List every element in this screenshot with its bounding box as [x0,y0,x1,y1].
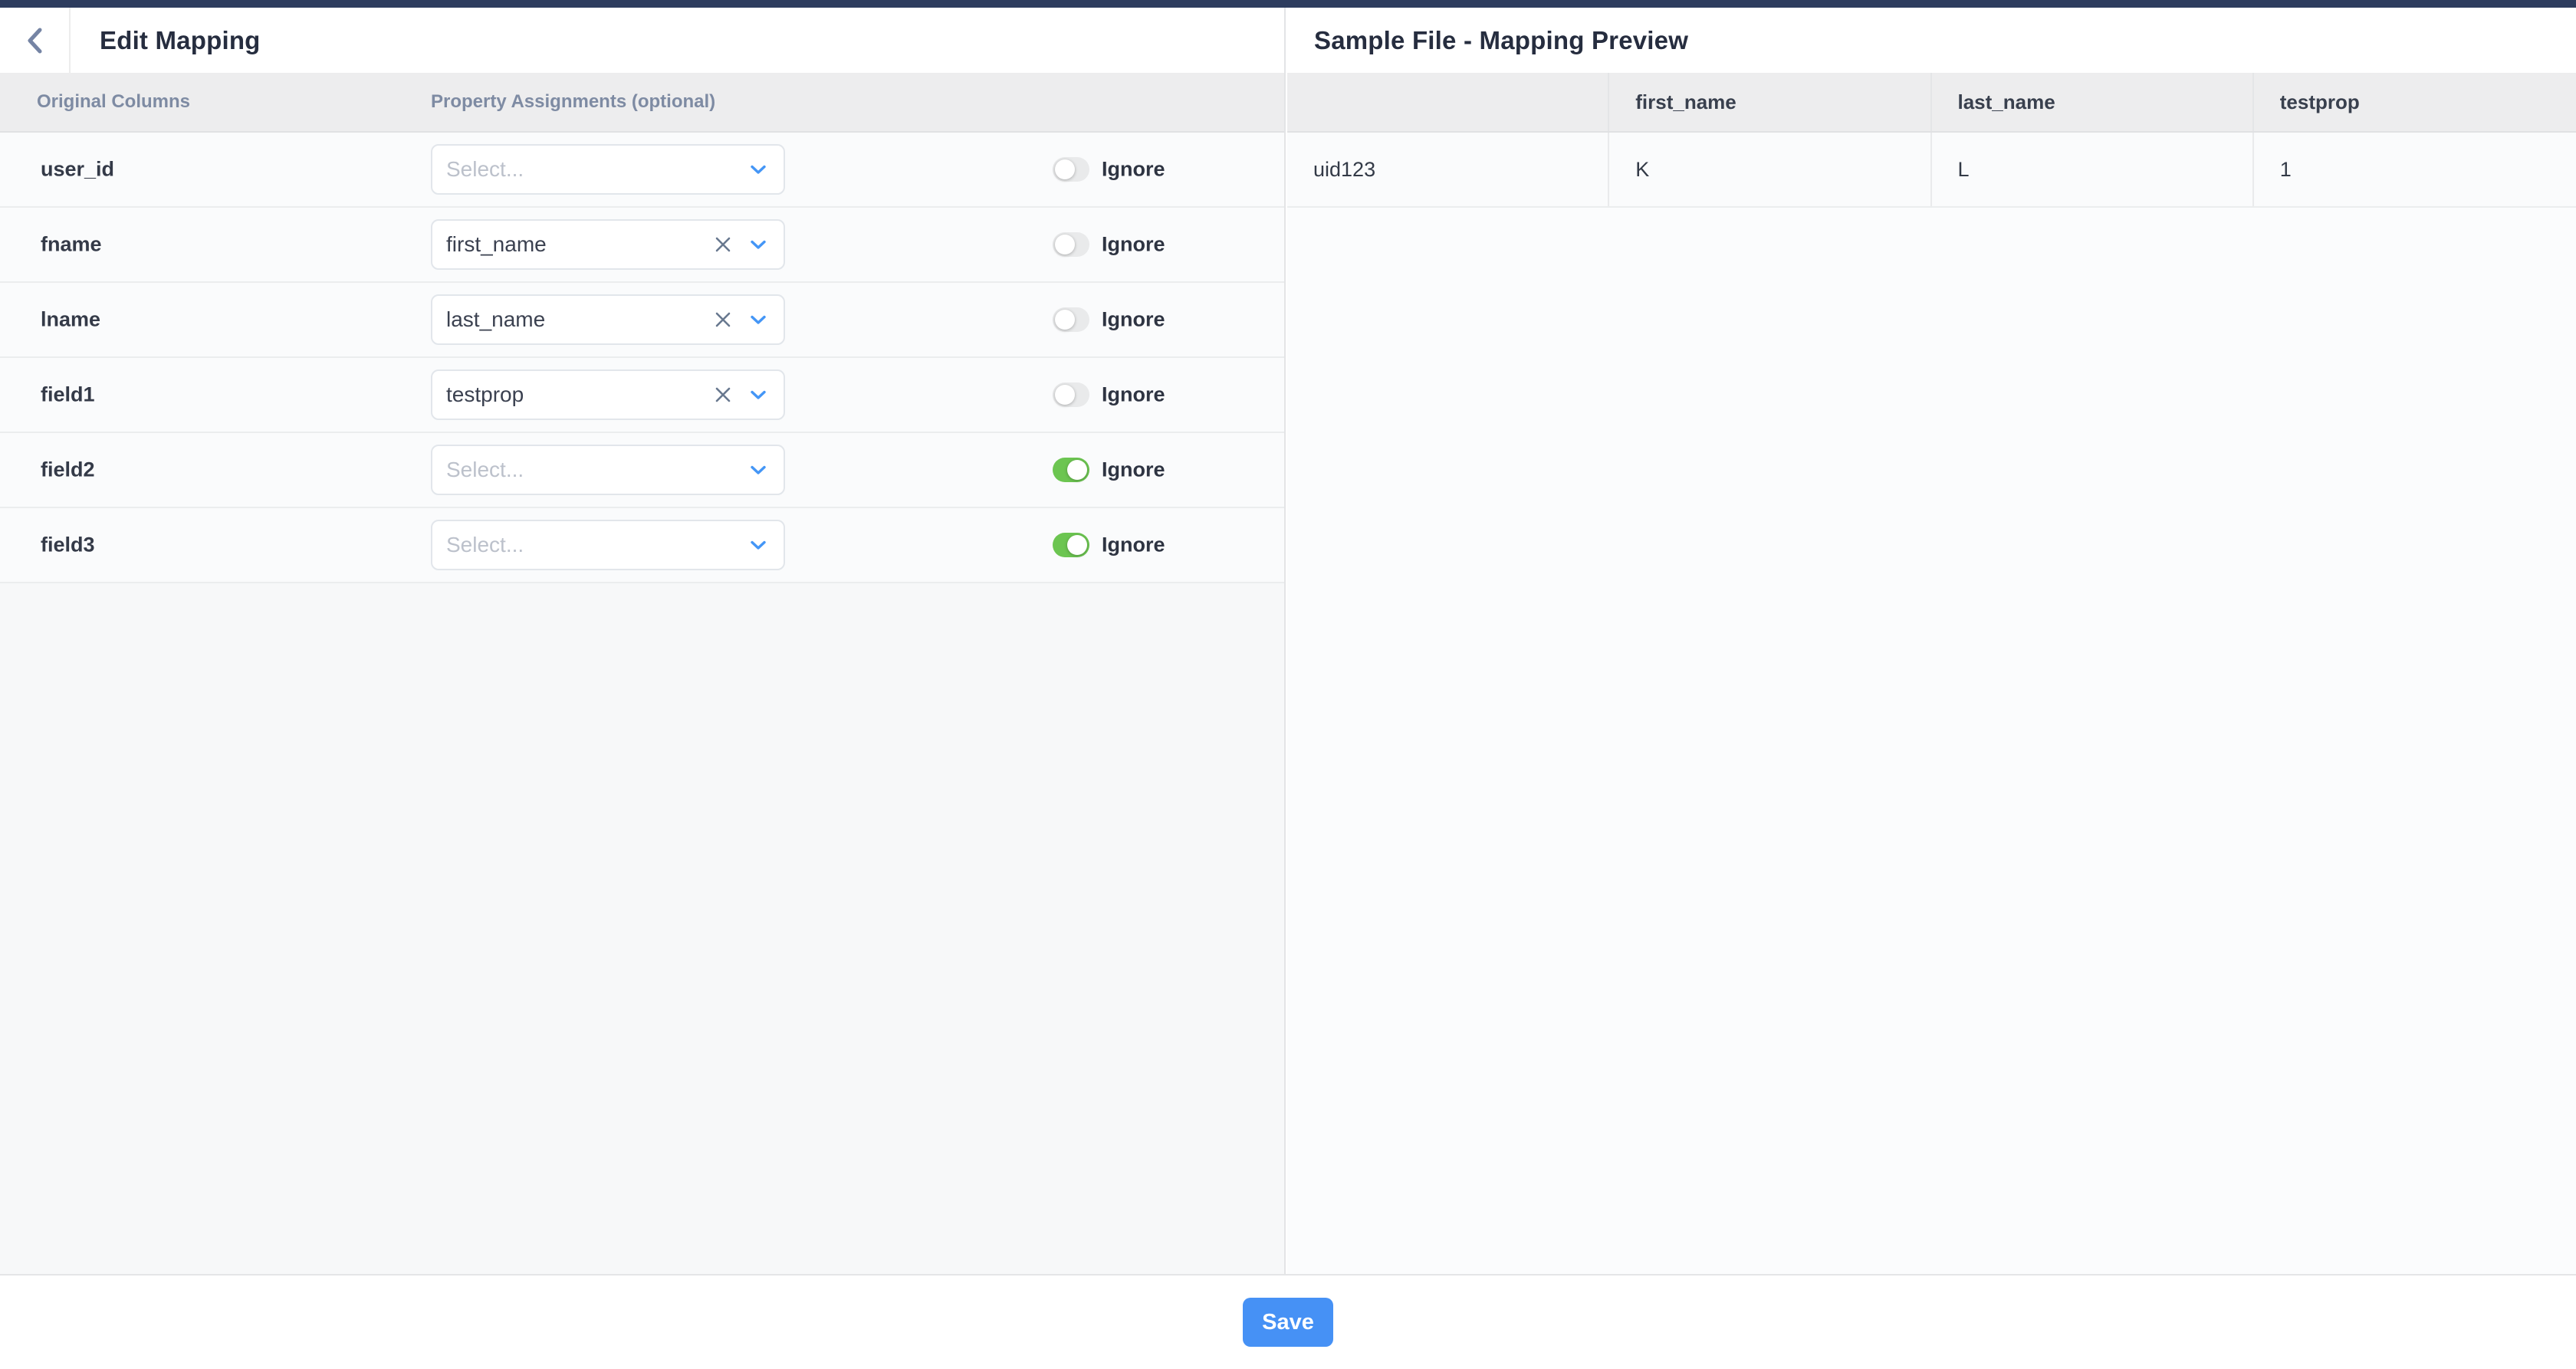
toggle-knob [1067,460,1087,480]
chevron-down-icon[interactable] [750,465,767,475]
column-header-property-assignments: Property Assignments (optional) [431,91,715,113]
mapping-row: field3 Select... Ignore [0,508,1284,583]
chevron-down-icon[interactable] [750,240,767,250]
ignore-label: Ignore [1102,458,1165,482]
ignore-toggle[interactable] [1053,382,1089,407]
right-titlebar: Sample File - Mapping Preview [1287,8,2576,73]
mapping-row: user_id Select... Ignore [0,133,1284,208]
original-column-name: fname [41,233,102,257]
ignore-label: Ignore [1102,233,1165,257]
mapping-row: field2 Select... Ignore [0,433,1284,508]
preview-cell: 1 [2254,133,2576,206]
ignore-toggle[interactable] [1053,157,1089,182]
x-clear-icon[interactable] [713,235,733,254]
preview-title: Sample File - Mapping Preview [1314,26,1688,55]
toggle-knob [1055,385,1075,405]
edit-mapping-screen: Edit Mapping Original Columns Property A… [0,0,2576,1369]
chevron-down-icon[interactable] [750,315,767,325]
select-value: testprop [446,382,713,407]
mapping-table-header: Original Columns Property Assignments (o… [0,73,1284,133]
select-value: Select... [446,458,750,482]
ignore-label: Ignore [1102,533,1165,557]
original-column-name: field1 [41,383,95,407]
property-assignment-select[interactable]: first_name [431,219,785,270]
column-header-original-columns: Original Columns [37,91,190,113]
property-assignment-select[interactable]: testprop [431,369,785,420]
ignore-toggle[interactable] [1053,232,1089,257]
toggle-knob [1055,310,1075,330]
footer-bar: Save [0,1274,2576,1369]
ignore-label: Ignore [1102,308,1165,332]
left-titlebar: Edit Mapping [0,8,1284,73]
preview-cell: L [1932,133,2254,206]
mapping-panel: Edit Mapping Original Columns Property A… [0,8,1286,1274]
save-button[interactable]: Save [1243,1298,1333,1347]
property-assignment-select[interactable]: Select... [431,144,785,195]
select-value: first_name [446,232,713,257]
ignore-toggle[interactable] [1053,533,1089,557]
preview-table-header: first_name last_name testprop [1287,73,2576,133]
select-value: Select... [446,533,750,557]
select-value: last_name [446,307,713,332]
ignore-label: Ignore [1102,158,1165,182]
property-assignment-select[interactable]: Select... [431,520,785,570]
mapping-row: fname first_name Ignore [0,208,1284,283]
page-title: Edit Mapping [100,26,261,55]
property-assignment-select[interactable]: last_name [431,294,785,345]
preview-column-header: last_name [1932,73,2254,131]
original-column-name: user_id [41,158,114,182]
chevron-left-icon [26,27,43,54]
original-column-name: field3 [41,533,95,557]
mapping-row: field1 testprop Ignore [0,358,1284,433]
ignore-toggle[interactable] [1053,307,1089,332]
preview-cell: K [1609,133,1931,206]
toggle-knob [1055,159,1075,179]
mapping-row: lname last_name Ignore [0,283,1284,358]
preview-panel: Sample File - Mapping Preview first_name… [1287,8,2576,1274]
preview-cell: uid123 [1287,133,1609,206]
toggle-knob [1055,235,1075,254]
original-column-name: lname [41,308,100,332]
top-accent-bar [0,0,2576,8]
x-clear-icon[interactable] [713,385,733,405]
preview-table-row: uid123 K L 1 [1287,133,2576,208]
property-assignment-select[interactable]: Select... [431,445,785,495]
preview-column-header [1287,73,1609,131]
chevron-down-icon[interactable] [750,390,767,400]
ignore-toggle[interactable] [1053,458,1089,482]
preview-column-header: first_name [1609,73,1931,131]
toggle-knob [1067,535,1087,555]
preview-column-header: testprop [2254,73,2576,131]
select-value: Select... [446,157,750,182]
chevron-down-icon[interactable] [750,165,767,175]
chevron-down-icon[interactable] [750,540,767,550]
original-column-name: field2 [41,458,95,482]
ignore-label: Ignore [1102,383,1165,407]
back-button[interactable] [0,8,71,73]
x-clear-icon[interactable] [713,310,733,330]
